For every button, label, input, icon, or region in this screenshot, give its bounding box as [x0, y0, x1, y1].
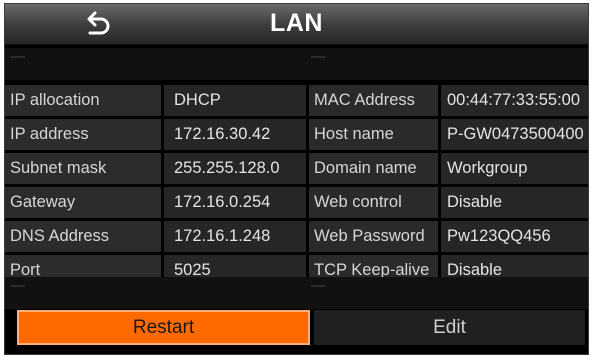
dns-address-value: 172.16.1.248: [164, 221, 306, 252]
mac-address-label: MAC Address: [309, 85, 438, 116]
table-row: IP allocation DHCP MAC Address 00:44:77:…: [5, 85, 588, 119]
ip-address-label: IP address: [5, 119, 161, 150]
table-row: IP address 172.16.30.42 Host name P-GW04…: [5, 119, 588, 153]
web-control-value: Disable: [441, 187, 588, 218]
restart-button[interactable]: Restart: [17, 310, 310, 345]
lan-settings-panel: LAN IP allocation DHCP MAC Address 00:44…: [4, 3, 589, 355]
table-row: Gateway 172.16.0.254 Web control Disable: [5, 187, 588, 221]
ip-allocation-value: DHCP: [164, 85, 306, 116]
bottom-spacer-band: [5, 277, 588, 309]
table-row: Subnet mask 255.255.128.0 Domain name Wo…: [5, 153, 588, 187]
web-password-label: Web Password: [309, 221, 438, 252]
subnet-mask-label: Subnet mask: [5, 153, 161, 184]
title-bar: LAN: [5, 4, 588, 45]
subnet-mask-value: 255.255.128.0: [164, 153, 306, 184]
ip-address-value: 172.16.30.42: [164, 119, 306, 150]
gateway-label: Gateway: [5, 187, 161, 218]
settings-table: IP allocation DHCP MAC Address 00:44:77:…: [5, 85, 588, 289]
mac-address-value: 00:44:77:33:55:00: [441, 85, 588, 116]
host-name-value: P-GW0473500400: [441, 119, 588, 150]
domain-name-value: Workgroup: [441, 153, 588, 184]
web-password-value: Pw123QQ456: [441, 221, 588, 252]
domain-name-label: Domain name: [309, 153, 438, 184]
page-title: LAN: [270, 9, 323, 37]
ip-allocation-label: IP allocation: [5, 85, 161, 116]
top-spacer-band: [5, 48, 588, 80]
edit-button[interactable]: Edit: [314, 310, 585, 345]
dns-address-label: DNS Address: [5, 221, 161, 252]
web-control-label: Web control: [309, 187, 438, 218]
gateway-value: 172.16.0.254: [164, 187, 306, 218]
host-name-label: Host name: [309, 119, 438, 150]
table-row: DNS Address 172.16.1.248 Web Password Pw…: [5, 221, 588, 255]
